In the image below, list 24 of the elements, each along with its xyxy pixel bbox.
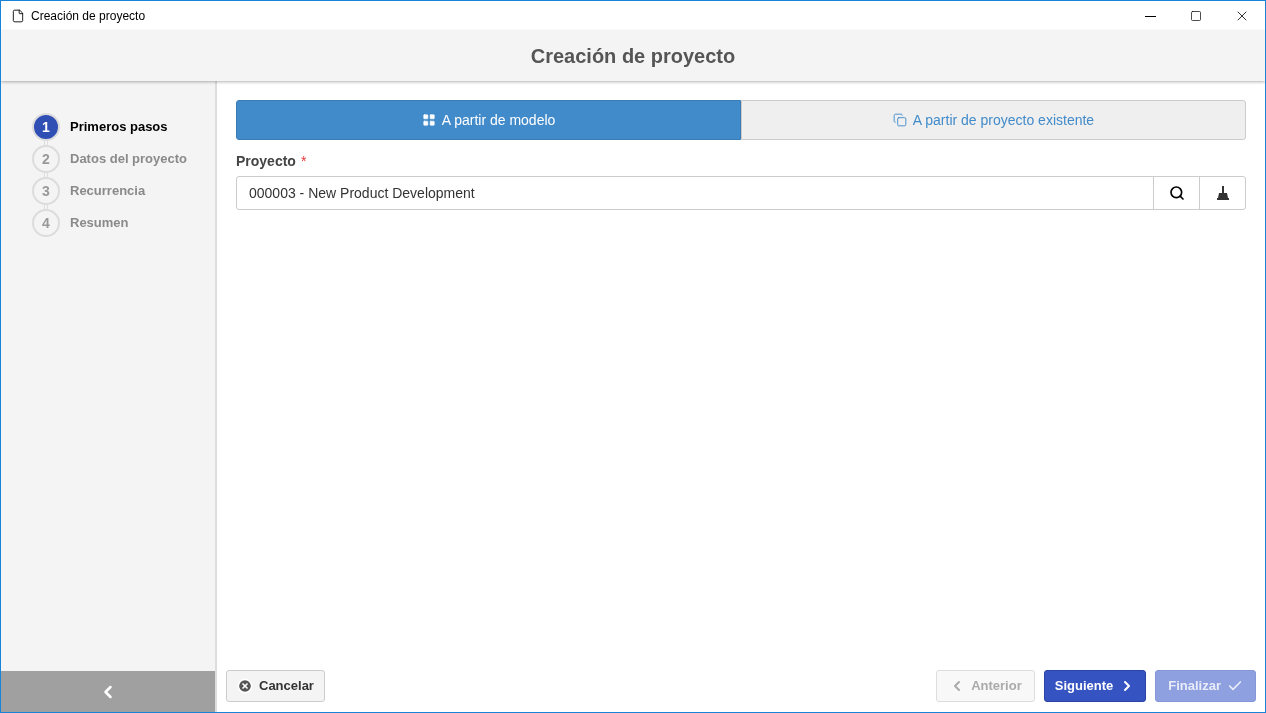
close-circle-icon [237,678,253,694]
tab[interactable]: A partir de proyecto existente [741,100,1246,140]
copy-icon [892,113,907,127]
step-number: 3 [32,177,60,205]
field-label: Proyecto [236,152,296,171]
step-number: 4 [32,209,60,237]
maximize-icon [1190,10,1202,22]
header-title: Creación de proyecto [530,44,736,69]
minimize-icon [1144,15,1156,17]
step-label[interactable]: Datos del proyecto [70,149,188,169]
tab[interactable]: A partir de modelo [236,100,741,140]
grid-icon [421,113,436,127]
step-label[interactable]: Primeros pasos [70,117,168,137]
broom-icon [1216,186,1229,200]
next-button[interactable]: Siguiente [1043,670,1147,702]
step-label[interactable]: Recurrencia [70,181,146,201]
step-label[interactable]: Resumen [70,213,129,233]
window-title: Creación de proyecto [31,8,146,25]
document-icon [11,9,25,23]
search-icon [1168,185,1185,201]
cancel-button[interactable]: Cancelar [226,670,325,702]
step-number: 2 [32,145,60,173]
step-number: 1 [32,113,60,141]
required-marker: * [300,152,307,171]
